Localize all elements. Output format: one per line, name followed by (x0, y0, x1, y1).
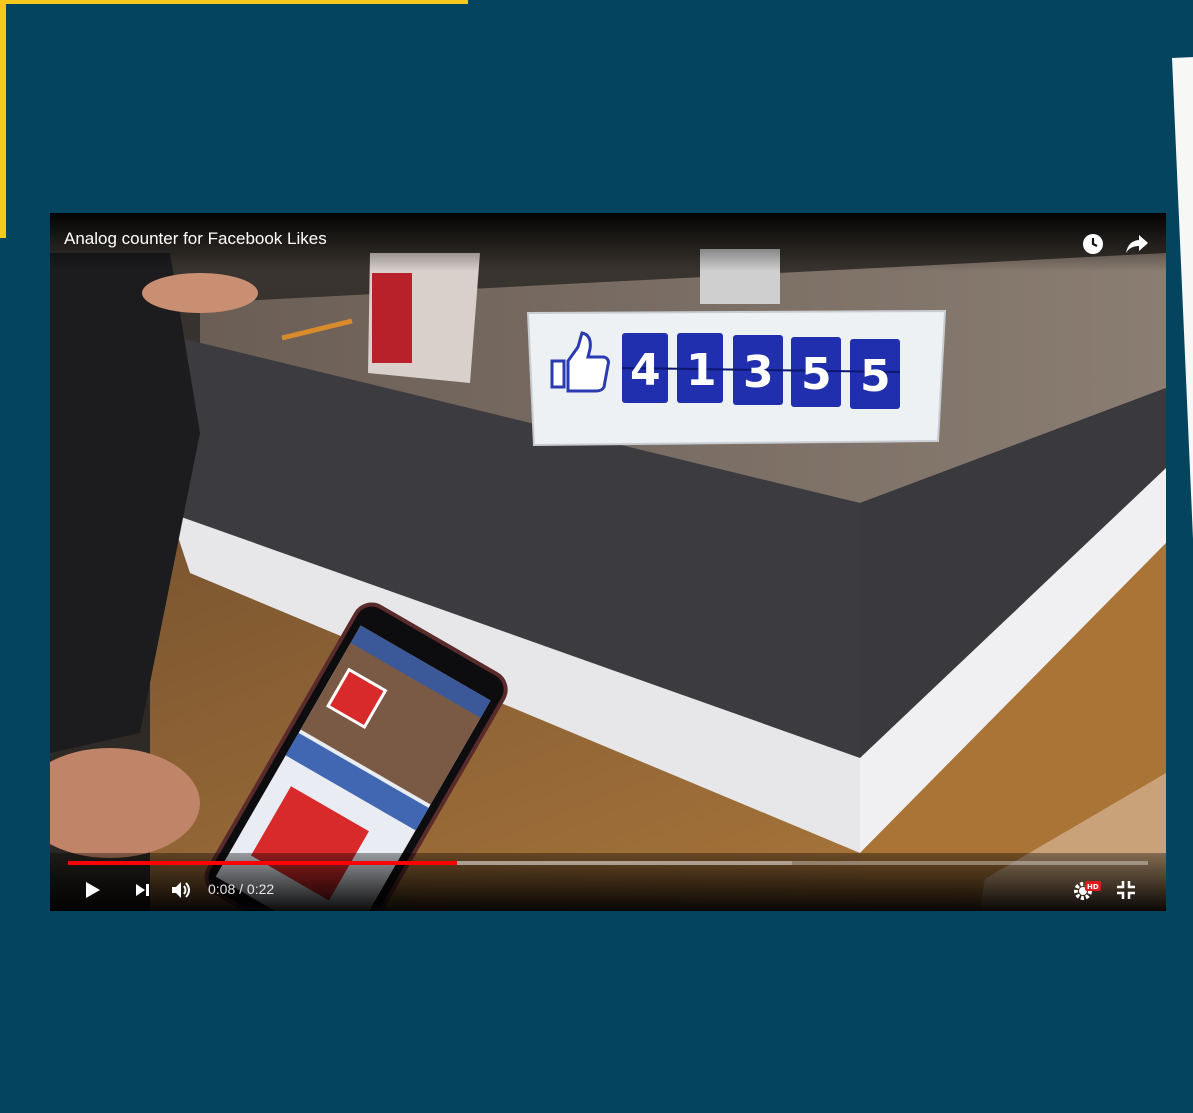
progress-bar[interactable] (68, 861, 1148, 865)
player-controls: 0:08 / 0:22 HD (50, 853, 1166, 911)
volume-button[interactable] (170, 875, 194, 905)
gear-icon: HD (1074, 881, 1101, 900)
time-display: 0:08 / 0:22 (208, 881, 274, 897)
played-bar (68, 861, 457, 865)
current-time: 0:08 (208, 881, 236, 897)
volume-icon (172, 882, 190, 898)
title-bar: Analog counter for Facebook Likes (50, 213, 1166, 271)
play-icon (86, 882, 100, 898)
next-button[interactable] (134, 875, 152, 905)
like-counter: 4 1 3 5 5 (621, 333, 901, 409)
clock-icon (1083, 234, 1103, 254)
video-title[interactable]: Analog counter for Facebook Likes (64, 229, 327, 249)
exit-fullscreen-icon (1117, 881, 1135, 899)
counter-digit: 4 (630, 345, 661, 396)
play-button[interactable] (84, 875, 102, 905)
counter-digit: 5 (860, 351, 891, 402)
counter-digit: 3 (743, 347, 774, 398)
paper-edge (1172, 56, 1193, 1058)
yellow-frame-accent (0, 0, 468, 238)
watch-later-button[interactable] (1080, 231, 1106, 257)
video-player[interactable]: 4 1 3 5 5 Analog counter for Facebook Li… (50, 213, 1166, 911)
total-time: 0:22 (246, 881, 275, 897)
counter-digit: 1 (686, 345, 717, 396)
hd-badge: HD (1087, 883, 1099, 891)
settings-button[interactable]: HD (1072, 875, 1102, 905)
share-button[interactable] (1124, 231, 1150, 257)
share-arrow-icon (1126, 235, 1148, 253)
time-separator: / (235, 881, 247, 897)
video-frame: 4 1 3 5 5 (50, 213, 1166, 911)
counter-digit: 5 (801, 349, 832, 400)
exit-fullscreen-button[interactable] (1116, 875, 1136, 905)
next-icon (136, 884, 149, 896)
